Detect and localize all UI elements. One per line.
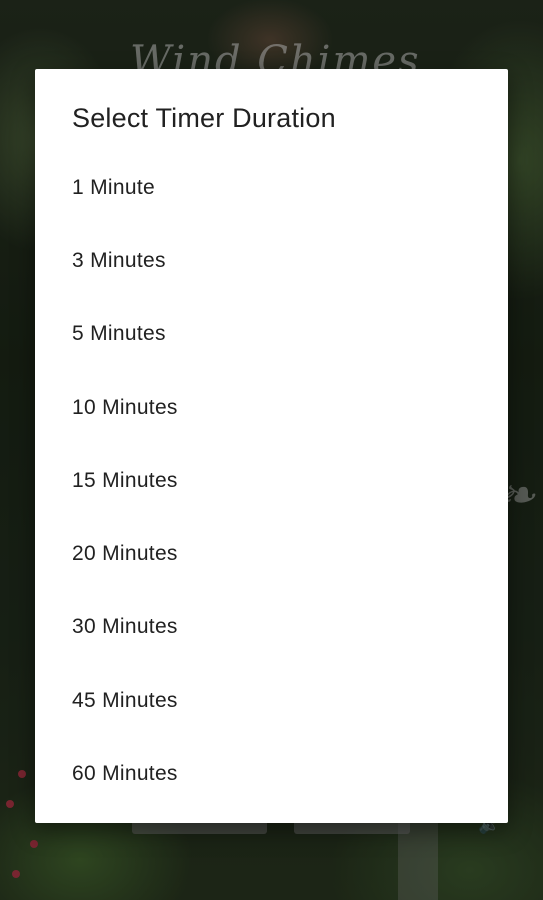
duration-option-30-minutes[interactable]: 30 Minutes <box>35 591 508 664</box>
duration-option-45-minutes[interactable]: 45 Minutes <box>35 664 508 737</box>
duration-option-5-minutes[interactable]: 5 Minutes <box>35 298 508 371</box>
duration-option-3-minutes[interactable]: 3 Minutes <box>35 224 508 297</box>
duration-option-1-minute[interactable]: 1 Minute <box>35 151 508 224</box>
duration-option-20-minutes[interactable]: 20 Minutes <box>35 517 508 590</box>
duration-option-15-minutes[interactable]: 15 Minutes <box>35 444 508 517</box>
app-screen: Wind Chimes ❧ 🔉 Select Timer Duration 1 … <box>0 0 543 900</box>
duration-options-list: 1 Minute 3 Minutes 5 Minutes 10 Minutes … <box>35 151 508 811</box>
dialog-title: Select Timer Duration <box>72 103 336 133</box>
duration-option-10-minutes[interactable]: 10 Minutes <box>35 371 508 444</box>
duration-option-60-minutes[interactable]: 60 Minutes <box>35 737 508 810</box>
timer-duration-dialog: Select Timer Duration 1 Minute 3 Minutes… <box>35 69 508 823</box>
